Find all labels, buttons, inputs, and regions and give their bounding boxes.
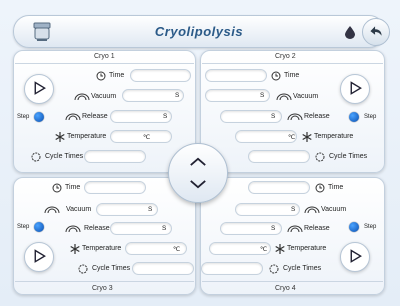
cycle-icon <box>269 264 279 274</box>
cryo-3-play-button[interactable] <box>24 242 54 272</box>
clock-icon <box>271 71 281 81</box>
release-icon <box>287 113 303 121</box>
unit-seconds: S <box>163 113 168 120</box>
cryo-3-title: Cryo 3 <box>92 285 113 292</box>
cryo-1-step-button[interactable] <box>34 112 44 122</box>
vacuum-icon <box>74 93 90 101</box>
divider <box>202 63 383 64</box>
cryo-4-time-field[interactable] <box>248 181 310 194</box>
time-label: Time <box>328 184 344 191</box>
release-icon <box>65 225 81 233</box>
cryo-3-cycle-times-field[interactable] <box>132 262 194 275</box>
snowflake-icon <box>302 132 312 142</box>
snowflake-icon <box>275 244 285 254</box>
cryo-1-play-button[interactable] <box>24 74 54 104</box>
unit-celsius: ℃ <box>260 246 268 253</box>
back-arrow-icon <box>370 26 382 36</box>
cycle-times-label: Cycle Times <box>283 265 322 272</box>
unit-celsius: ℃ <box>288 134 296 141</box>
water-drop-icon[interactable] <box>344 25 356 39</box>
cryo-1-cycle-times-field[interactable] <box>84 150 146 163</box>
clock-icon <box>96 71 106 81</box>
release-label: Release <box>84 225 110 232</box>
cryo-4-title: Cryo 4 <box>275 285 296 292</box>
cryo-4-cycle-times-field[interactable] <box>201 262 263 275</box>
temperature-label: Temperature <box>287 245 327 252</box>
vacuum-label: Vacuum <box>293 93 319 100</box>
snowflake-icon <box>70 244 80 254</box>
cryo-4-play-button[interactable] <box>340 242 370 272</box>
page-title: Cryolipolysis <box>154 24 244 39</box>
cycle-times-label: Cycle Times <box>45 153 84 160</box>
cryo-2-time-field[interactable] <box>205 69 267 82</box>
release-icon <box>65 113 81 121</box>
unit-seconds: S <box>162 225 167 232</box>
cryo-2-play-button[interactable] <box>340 74 370 104</box>
vacuum-icon <box>276 93 292 101</box>
play-icon <box>350 81 362 95</box>
cryo-4-step-button[interactable] <box>349 222 359 232</box>
unit-celsius: ℃ <box>143 134 151 141</box>
step-label: Step <box>17 114 30 120</box>
cryo-2-step-button[interactable] <box>349 112 359 122</box>
cryo-2-title: Cryo 2 <box>275 53 296 60</box>
divider <box>15 63 194 64</box>
step-label: Step <box>364 224 377 230</box>
release-label: Release <box>304 225 330 232</box>
cryo-1-temperature-field[interactable] <box>110 130 172 143</box>
unit-seconds: S <box>271 225 276 232</box>
time-label: Time <box>109 72 125 79</box>
vacuum-label: Vacuum <box>91 93 117 100</box>
unit-seconds: S <box>175 92 180 99</box>
time-label: Time <box>284 72 300 79</box>
cryo-1-title: Cryo 1 <box>94 53 115 60</box>
cycle-icon <box>31 152 41 162</box>
unit-seconds: S <box>260 92 265 99</box>
unit-seconds: S <box>148 206 153 213</box>
snowflake-icon <box>55 132 65 142</box>
divider <box>202 281 383 282</box>
release-label: Release <box>304 113 330 120</box>
step-label: Step <box>17 224 30 230</box>
cryo-4-panel <box>200 177 385 295</box>
unit-celsius: ℃ <box>173 246 181 253</box>
cycle-times-label: Cycle Times <box>92 265 131 272</box>
chevron-down-icon[interactable] <box>189 180 207 189</box>
clock-icon <box>315 183 325 193</box>
release-label: Release <box>82 113 108 120</box>
cryo-3-time-field[interactable] <box>84 181 146 194</box>
temperature-label: Temperature <box>82 245 122 252</box>
page-nav-control <box>168 143 228 203</box>
divider <box>15 281 194 282</box>
cryo-2-cycle-times-field[interactable] <box>248 150 310 163</box>
cryo-3-panel <box>13 177 196 295</box>
chevron-up-icon[interactable] <box>189 157 207 166</box>
vacuum-label: Vacuum <box>321 206 347 213</box>
release-icon <box>287 225 303 233</box>
cryo-1-time-field[interactable] <box>130 69 191 82</box>
unit-seconds: S <box>271 113 276 120</box>
cycle-times-label: Cycle Times <box>329 153 368 160</box>
cycle-icon <box>78 264 88 274</box>
unit-seconds: S <box>291 206 296 213</box>
cycle-icon <box>315 152 325 162</box>
temperature-label: Temperature <box>314 133 354 140</box>
step-label: Step <box>364 114 377 120</box>
vacuum-icon <box>304 206 320 214</box>
vacuum-icon <box>44 206 60 214</box>
play-icon <box>350 249 362 263</box>
time-label: Time <box>65 184 81 191</box>
play-icon <box>34 81 46 95</box>
back-button[interactable] <box>362 18 390 46</box>
header-bar: Cryolipolysis <box>13 15 390 48</box>
play-icon <box>34 249 46 263</box>
vacuum-label: Vacuum <box>66 206 92 213</box>
temperature-label: Temperature <box>67 133 107 140</box>
clock-icon <box>52 183 62 193</box>
cryo-3-step-button[interactable] <box>34 222 44 232</box>
